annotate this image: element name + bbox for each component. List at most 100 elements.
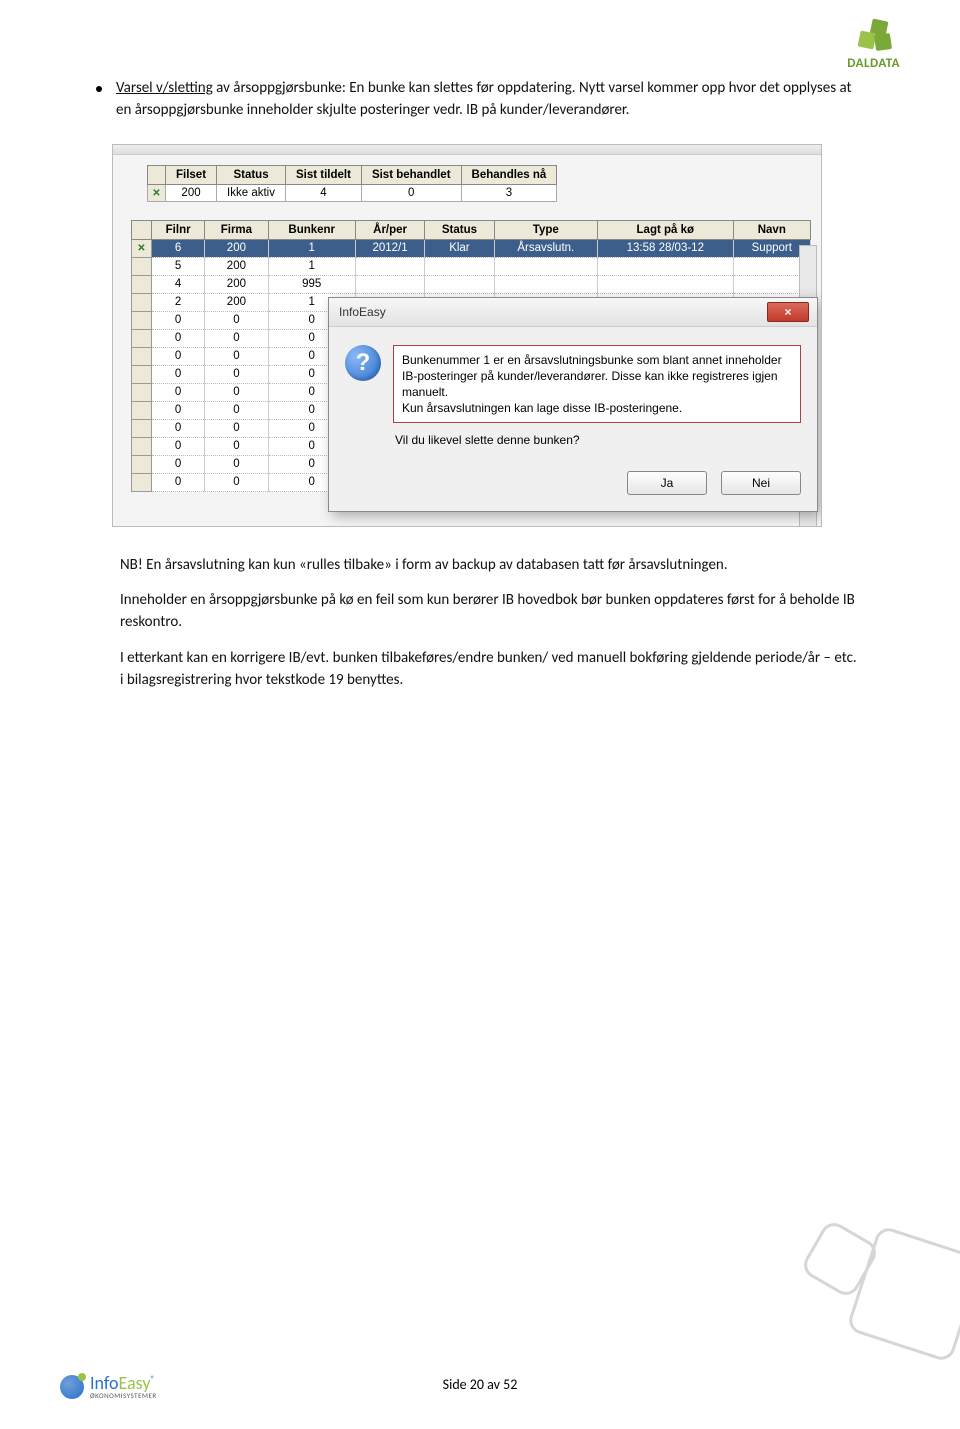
row-selector-header <box>148 165 166 184</box>
cell: 0 <box>205 365 268 383</box>
dialog-button-row: Ja Nei <box>329 461 817 511</box>
cell <box>598 257 734 275</box>
cell: 0 <box>152 365 205 383</box>
cell: 0 <box>152 329 205 347</box>
cell <box>425 257 494 275</box>
dialog-body: ? Bunkenummer 1 er en årsavslutningsbunk… <box>329 327 817 462</box>
question-icon: ? <box>345 345 381 381</box>
cell <box>132 455 152 473</box>
cell <box>132 383 152 401</box>
dialog-titlebar[interactable]: InfoEasy × <box>329 298 817 327</box>
app-screenshot: Filset Status Sist tildelt Sist behandle… <box>112 144 822 527</box>
cell <box>494 257 597 275</box>
col-type: Type <box>494 220 597 239</box>
cell: 3 <box>461 184 557 201</box>
cell: 0 <box>205 311 268 329</box>
dialog-title: InfoEasy <box>339 305 386 319</box>
col-filset: Filset <box>166 165 217 184</box>
cell: 0 <box>205 401 268 419</box>
yes-button[interactable]: Ja <box>627 471 707 495</box>
selected-row-icon: ✕ <box>152 188 160 199</box>
cell: 0 <box>152 401 205 419</box>
cell: 0 <box>361 184 461 201</box>
row-selector[interactable]: ✕ <box>148 184 166 201</box>
cell: 0 <box>152 419 205 437</box>
cell: Ikke aktiv <box>217 184 286 201</box>
cell: 200 <box>205 239 268 257</box>
decorative-squares <box>750 1159 930 1339</box>
col-lagt-paa-ko: Lagt på kø <box>598 220 734 239</box>
bullet-rest: av årsoppgjørsbunke: En bunke kan slette… <box>116 79 852 119</box>
cell: ✕ <box>132 239 152 257</box>
toolbar-strip <box>113 145 821 155</box>
cell: 0 <box>152 347 205 365</box>
cell: 13:58 28/03-12 <box>598 239 734 257</box>
cell: 0 <box>152 455 205 473</box>
bullet-text: Varsel v/sletting av årsoppgjørsbunke: E… <box>116 78 860 122</box>
cell: 0 <box>152 473 205 491</box>
cell: 200 <box>205 293 268 311</box>
cell: 6 <box>152 239 205 257</box>
filset-header-row: Filset Status Sist tildelt Sist behandle… <box>148 165 557 184</box>
selected-row-icon: ✕ <box>137 243 145 254</box>
cell <box>132 293 152 311</box>
close-button[interactable]: × <box>767 302 809 322</box>
page-content: Varsel v/sletting av årsoppgjørsbunke: E… <box>120 78 860 705</box>
cell <box>598 275 734 293</box>
dialog-main-text: Bunkenummer 1 er en årsavslutningsbunke … <box>393 345 801 424</box>
col-behandles-naa: Behandles nå <box>461 165 557 184</box>
filset-table: Filset Status Sist tildelt Sist behandle… <box>147 165 557 202</box>
page-number: Side 20 av 52 <box>0 1376 960 1393</box>
cell: Årsavslutn. <box>494 239 597 257</box>
cell <box>132 365 152 383</box>
brand-logo-top: DALDATA <box>847 18 900 71</box>
cell: 1 <box>268 257 355 275</box>
cell <box>132 347 152 365</box>
cell <box>132 329 152 347</box>
filset-row[interactable]: ✕ 200 Ikke aktiv 4 0 3 <box>148 184 557 201</box>
cell: 0 <box>152 437 205 455</box>
cell: 0 <box>205 455 268 473</box>
col-navn: Navn <box>733 220 810 239</box>
col-status: Status <box>217 165 286 184</box>
cell: 0 <box>205 437 268 455</box>
cell <box>132 275 152 293</box>
cell: 0 <box>205 329 268 347</box>
brand-name: DALDATA <box>847 56 900 71</box>
confirm-dialog: InfoEasy × ? Bunkenummer 1 er en årsavsl… <box>328 297 818 513</box>
cell: 4 <box>152 275 205 293</box>
cell: 0 <box>205 383 268 401</box>
dialog-confirm-text: Vil du likevel slette denne bunken? <box>393 423 801 453</box>
bunke-header-row: Filnr Firma Bunkenr År/per Status Type L… <box>132 220 811 239</box>
close-icon: × <box>784 305 791 319</box>
table-row[interactable]: 4200995 <box>132 275 811 293</box>
brand-cubes-icon <box>853 18 895 54</box>
cell <box>132 401 152 419</box>
table-row[interactable]: ✕620012012/1KlarÅrsavslutn.13:58 28/03-1… <box>132 239 811 257</box>
cell <box>494 275 597 293</box>
cell: 0 <box>205 473 268 491</box>
table-row[interactable]: 52001 <box>132 257 811 275</box>
bullet-icon <box>96 86 102 92</box>
cell: 2 <box>152 293 205 311</box>
cell: 200 <box>205 275 268 293</box>
row-selector-header <box>132 220 152 239</box>
cell <box>132 473 152 491</box>
cell: 2012/1 <box>355 239 424 257</box>
bullet-lead: Varsel v/sletting <box>116 79 213 97</box>
bullet-item: Varsel v/sletting av årsoppgjørsbunke: E… <box>120 78 860 122</box>
cell <box>132 419 152 437</box>
cell: 200 <box>205 257 268 275</box>
col-bunkenr: Bunkenr <box>268 220 355 239</box>
col-sist-tildelt: Sist tildelt <box>285 165 361 184</box>
paragraph-2: Inneholder en årsoppgjørsbunke på kø en … <box>120 590 860 634</box>
cell <box>355 275 424 293</box>
col-aar-per: År/per <box>355 220 424 239</box>
footer-sub: ØKONOMISYSTEMER <box>90 1392 157 1399</box>
col-status: Status <box>425 220 494 239</box>
cell: 0 <box>205 347 268 365</box>
cell <box>132 311 152 329</box>
no-button[interactable]: Nei <box>721 471 801 495</box>
cell <box>425 275 494 293</box>
dialog-message: Bunkenummer 1 er en årsavslutningsbunke … <box>393 345 801 454</box>
